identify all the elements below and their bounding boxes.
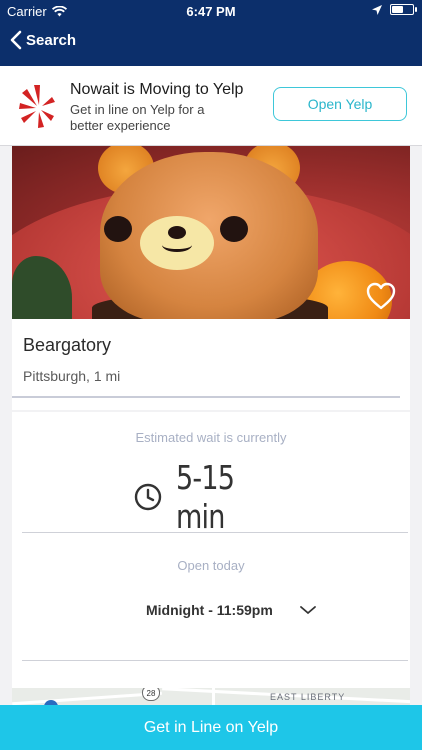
banner-title: Nowait is Moving to Yelp: [70, 81, 244, 98]
photo-bear-eye-right: [220, 216, 248, 242]
clock-time: 6:47 PM: [186, 4, 236, 19]
yelp-logo: [19, 85, 55, 128]
restaurant-location: Pittsburgh, 1 mi: [23, 368, 121, 384]
wait-info-panel: Estimated wait is currently 5-15 min Ope…: [12, 412, 410, 688]
yelp-migration-banner: Nowait is Moving to Yelp Get in line on …: [0, 66, 422, 146]
route-shield: 28: [142, 688, 160, 701]
photo-bear-mouth: [162, 238, 192, 252]
map-road: [12, 691, 162, 706]
status-icons: [372, 4, 417, 15]
back-button-label: Search: [26, 31, 77, 49]
banner-subtitle: Get in line on Yelp for a better experie…: [70, 102, 205, 133]
back-button[interactable]: Search: [10, 30, 76, 50]
battery-fill: [392, 6, 403, 13]
section-divider: [22, 532, 408, 533]
navigation-bar: Carrier 6:47 PM Search: [0, 0, 422, 66]
location-arrow-icon: [372, 4, 382, 15]
card-divider: [12, 396, 400, 398]
chevron-down-icon[interactable]: [299, 604, 317, 616]
get-in-line-button[interactable]: Get in Line on Yelp: [0, 705, 422, 750]
battery-icon: [390, 4, 417, 15]
restaurant-card[interactable]: Beargatory Pittsburgh, 1 mi: [12, 146, 410, 410]
wait-label: Estimated wait is currently: [135, 430, 287, 445]
section-divider: [22, 660, 408, 661]
clock-icon: [134, 483, 162, 511]
map-district-label: EAST LIBERTY: [270, 692, 346, 702]
hours-row[interactable]: Midnight - 11:59pm: [12, 600, 410, 622]
heart-outline-icon[interactable]: [366, 282, 396, 310]
wait-time-row: 5-15 min: [12, 458, 410, 536]
wait-time-value: 5-15 min: [176, 458, 235, 536]
status-bar: Carrier 6:47 PM: [0, 0, 422, 22]
open-yelp-button[interactable]: Open Yelp: [273, 87, 407, 121]
chevron-left-icon: [10, 30, 22, 50]
restaurant-photo: [12, 146, 410, 319]
photo-bear-eye-left: [104, 216, 132, 242]
restaurant-name: Beargatory: [23, 335, 112, 355]
hours-label: Open today: [177, 558, 245, 573]
hours-value: Midnight - 11:59pm: [146, 602, 273, 618]
